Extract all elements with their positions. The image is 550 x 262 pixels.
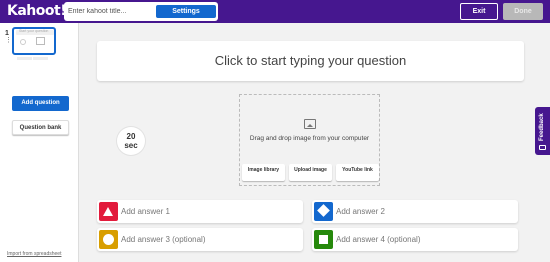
circle-icon <box>103 234 114 245</box>
kahoot-logo: Kahoot! <box>7 3 67 19</box>
slides-sidebar: 1 ⋮ Start your question Add question Que… <box>0 23 79 262</box>
question-bank-button[interactable]: Question bank <box>12 120 69 135</box>
thumb-image-icon <box>36 37 45 45</box>
thumb-question-text: Start your question <box>19 29 49 33</box>
thumb-question: Start your question <box>16 29 54 35</box>
diamond-icon <box>317 204 330 217</box>
answer-4-field[interactable]: Add answer 4 (optional) <box>312 228 518 251</box>
done-button[interactable]: Done <box>503 3 543 20</box>
time-limit-selector[interactable]: 20 sec <box>117 127 145 155</box>
media-drop-prompt: Drag and drop image from your computer <box>249 135 370 142</box>
question-input-card[interactable]: Click to start typing your question <box>97 41 524 81</box>
square-icon <box>319 235 328 244</box>
kahoot-title-input[interactable] <box>68 2 158 21</box>
answer-3-swatch <box>99 230 118 249</box>
answer-2-label: Add answer 2 <box>336 207 385 216</box>
answer-1-swatch <box>99 202 118 221</box>
triangle-icon <box>103 207 113 216</box>
answer-4-swatch <box>314 230 333 249</box>
question-placeholder: Click to start typing your question <box>214 53 407 68</box>
thumb-timer-icon <box>20 39 26 45</box>
timer-unit: sec <box>124 141 138 150</box>
upload-image-button[interactable]: Upload image <box>289 164 332 181</box>
drag-handle-icon[interactable]: ⋮ <box>5 37 12 44</box>
feedback-icon <box>539 145 546 150</box>
answer-4-label: Add answer 4 (optional) <box>336 235 421 244</box>
timer-value: 20 <box>126 132 136 141</box>
add-question-button[interactable]: Add question <box>12 96 69 111</box>
feedback-tab[interactable]: Feedback <box>535 107 550 155</box>
slide-thumbnail[interactable]: Start your question <box>12 27 56 60</box>
answer-2-swatch <box>314 202 333 221</box>
feedback-label: Feedback <box>539 113 545 141</box>
answer-2-field[interactable]: Add answer 2 <box>312 200 518 223</box>
slide-number: 1 <box>5 30 9 37</box>
media-drop-zone[interactable]: Drag and drop image from your computer I… <box>239 94 380 186</box>
youtube-link-button[interactable]: YouTube link <box>336 164 379 181</box>
top-bar: Kahoot! Settings Exit Done <box>0 0 550 23</box>
answer-1-label: Add answer 1 <box>121 207 170 216</box>
answer-3-label: Add answer 3 (optional) <box>121 235 206 244</box>
answer-1-field[interactable]: Add answer 1 <box>97 200 303 223</box>
settings-button[interactable]: Settings <box>156 5 216 18</box>
thumb-answers <box>17 47 51 60</box>
image-icon <box>304 119 316 129</box>
import-spreadsheet-link[interactable]: Import from spreadsheet <box>7 251 61 257</box>
exit-button[interactable]: Exit <box>460 3 498 20</box>
answer-3-field[interactable]: Add answer 3 (optional) <box>97 228 303 251</box>
image-library-button[interactable]: Image library <box>242 164 285 181</box>
kahoot-title-box: Settings <box>64 2 218 21</box>
